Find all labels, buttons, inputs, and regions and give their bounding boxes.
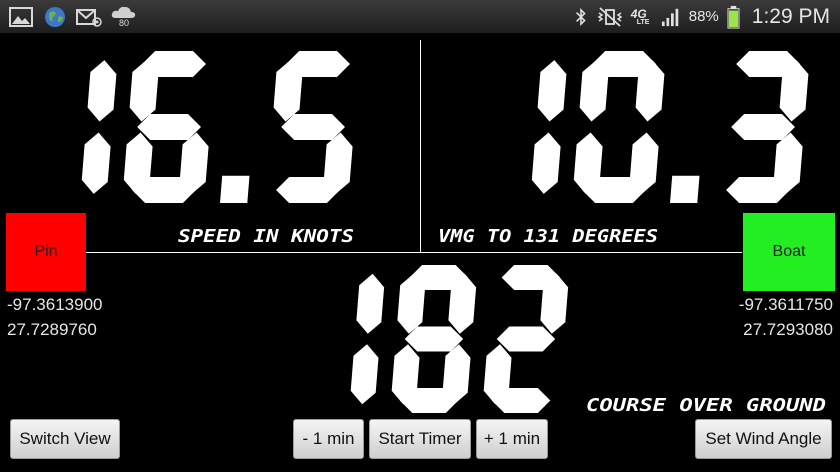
vertical-divider bbox=[420, 40, 421, 252]
segment-label-text: SPEED IN KNOTS bbox=[178, 226, 354, 246]
plus-one-minute-button[interactable]: + 1 min bbox=[476, 419, 548, 459]
digit-decimal-point bbox=[670, 175, 700, 203]
set-wind-angle-button[interactable]: Set Wind Angle bbox=[695, 419, 832, 459]
digit-1 bbox=[573, 51, 665, 203]
speed-readout bbox=[81, 51, 353, 203]
digit-3 bbox=[726, 51, 809, 203]
digit-0 bbox=[350, 273, 385, 405]
course-readout bbox=[350, 265, 569, 413]
minus-one-minute-button[interactable]: - 1 min bbox=[293, 419, 364, 459]
segment-label-text: COURSE OVER GROUND bbox=[586, 395, 826, 415]
status-bar: 80 4G LTE 88% 1:29 PM bbox=[0, 0, 840, 33]
segment-label-text: VMG TO 131 DEGREES bbox=[438, 226, 658, 246]
digit-0 bbox=[81, 60, 117, 194]
speed-label: SPEED IN KNOTS bbox=[178, 226, 354, 246]
pin-button[interactable]: Pin bbox=[6, 213, 86, 291]
switch-view-button[interactable]: Switch View bbox=[10, 419, 120, 459]
digit-1 bbox=[123, 51, 209, 203]
digit-3 bbox=[273, 51, 353, 203]
status-bar-system: 4G LTE 88% 1:29 PM bbox=[573, 0, 830, 33]
boat-longitude: -97.3611750 bbox=[738, 295, 833, 314]
boat-label: Boat bbox=[772, 243, 806, 260]
digit-2 bbox=[483, 265, 569, 413]
vibrate-icon bbox=[597, 6, 623, 27]
battery-icon bbox=[727, 5, 740, 29]
status-bar-notifications: 80 bbox=[8, 4, 138, 30]
bluetooth-icon bbox=[575, 7, 586, 26]
battery-percentage: 88% bbox=[688, 8, 719, 25]
boat-latitude: 27.7293080 bbox=[743, 320, 833, 339]
horizontal-divider bbox=[86, 252, 742, 253]
clock: 1:29 PM bbox=[751, 4, 830, 28]
digit-decimal-point bbox=[220, 175, 250, 203]
email-icon bbox=[76, 9, 102, 27]
pin-longitude: -97.3613900 bbox=[7, 295, 103, 314]
vmg-label: VMG TO 131 DEGREES bbox=[438, 226, 658, 246]
pin-label: Pin bbox=[34, 243, 58, 260]
pin-latitude: 27.7289760 bbox=[7, 320, 97, 339]
start-timer-button[interactable]: Start Timer bbox=[369, 419, 471, 459]
weather-icon: 80 bbox=[110, 4, 138, 30]
lte-icon: 4G LTE bbox=[631, 5, 653, 29]
signal-icon bbox=[661, 8, 679, 26]
vmg-readout bbox=[531, 51, 809, 203]
weather-temperature: 80 bbox=[119, 18, 130, 28]
network-type: LTE bbox=[636, 18, 650, 26]
course-label: COURSE OVER GROUND bbox=[586, 395, 826, 415]
digit-0 bbox=[531, 60, 567, 194]
boat-button[interactable]: Boat bbox=[743, 213, 835, 291]
globe-icon bbox=[45, 7, 65, 27]
digit-1 bbox=[391, 265, 477, 413]
gallery-icon bbox=[9, 7, 33, 27]
app-screen: 80 4G LTE 88% 1:29 PM SPEED IN KNOTS VMG… bbox=[0, 0, 840, 472]
